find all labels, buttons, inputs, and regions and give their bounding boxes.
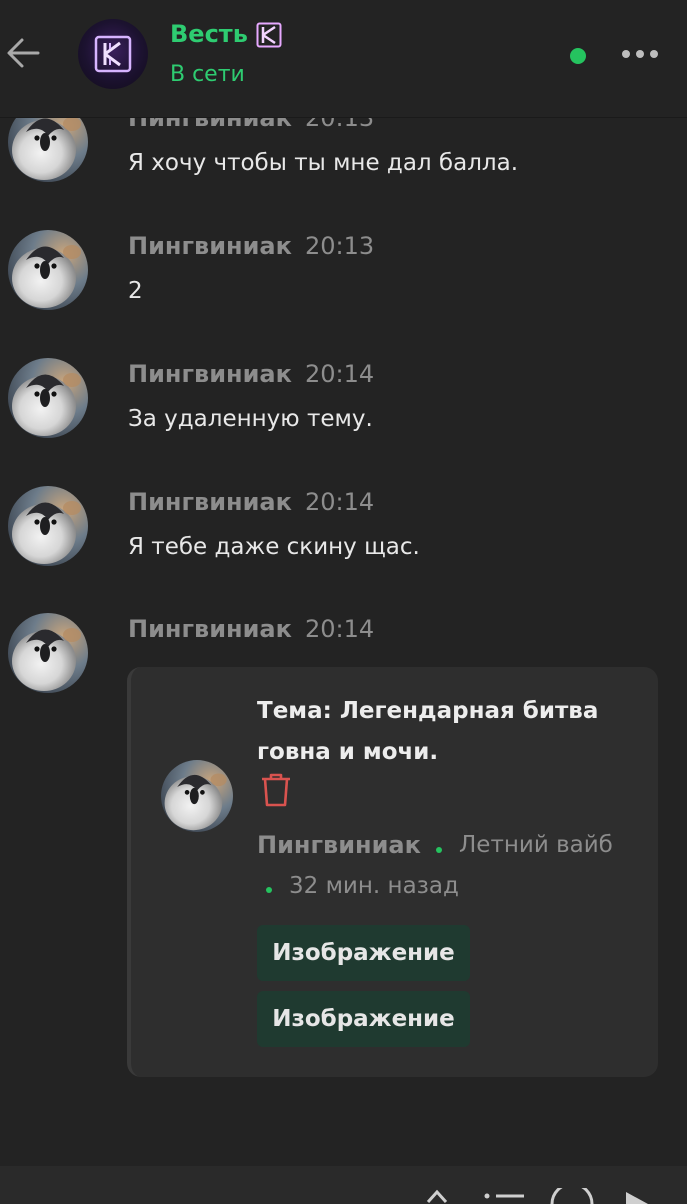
topic-category[interactable]: Летний вайб	[459, 832, 613, 858]
message-time: 20:14	[305, 615, 375, 643]
chat-header: Весть В сети	[0, 0, 687, 118]
topic-card[interactable]: Тема: Легендарная битва говна и мочи. Пи…	[127, 667, 658, 1077]
avatar[interactable]	[8, 230, 88, 310]
chat-avatar[interactable]	[78, 19, 148, 89]
topic-author[interactable]: Пингвиниак	[257, 831, 421, 859]
topic-time: 32 мин. назад	[289, 873, 459, 899]
bottom-toolbar	[0, 1166, 687, 1204]
arrow-left-icon	[7, 38, 40, 68]
more-options-button[interactable]	[620, 44, 660, 64]
avatar[interactable]	[8, 613, 88, 693]
chat-status: В сети	[170, 62, 245, 87]
message-sender[interactable]: Пингвиниак	[128, 488, 292, 516]
avatar[interactable]	[8, 486, 88, 566]
search-icon[interactable]	[548, 1188, 596, 1204]
message-text: Я тебе даже скину щас.	[128, 534, 420, 560]
online-indicator	[570, 48, 586, 64]
trash-icon	[262, 773, 290, 807]
delete-button[interactable]	[259, 771, 293, 813]
avatar[interactable]	[161, 760, 233, 832]
message-time: 20:13	[305, 232, 375, 260]
chat-title: Весть	[170, 20, 248, 48]
message-time: 20:14	[305, 488, 375, 516]
message-time: 20:14	[305, 360, 375, 388]
k-badge-icon	[256, 22, 282, 52]
chevron-up-icon[interactable]	[424, 1186, 450, 1204]
image-button[interactable]: Изображение	[257, 925, 470, 981]
message-sender[interactable]: Пингвиниак	[128, 232, 292, 260]
back-button[interactable]	[4, 30, 42, 76]
k-logo-icon	[94, 35, 132, 73]
image-button[interactable]: Изображение	[257, 991, 470, 1047]
list-icon[interactable]	[482, 1186, 526, 1204]
separator-dot	[266, 887, 272, 893]
message-sender[interactable]: Пингвиниак	[128, 360, 292, 388]
send-icon[interactable]	[622, 1190, 652, 1204]
message-text: За удаленную тему.	[128, 406, 373, 432]
message-sender[interactable]: Пингвиниак	[128, 615, 292, 643]
topic-title[interactable]: Тема: Легендарная битва говна и мочи.	[257, 691, 647, 773]
separator-dot	[436, 847, 442, 853]
avatar[interactable]	[8, 358, 88, 438]
message-text: 2	[128, 278, 143, 304]
message-text: Я хочу чтобы ты мне дал балла.	[128, 150, 519, 176]
